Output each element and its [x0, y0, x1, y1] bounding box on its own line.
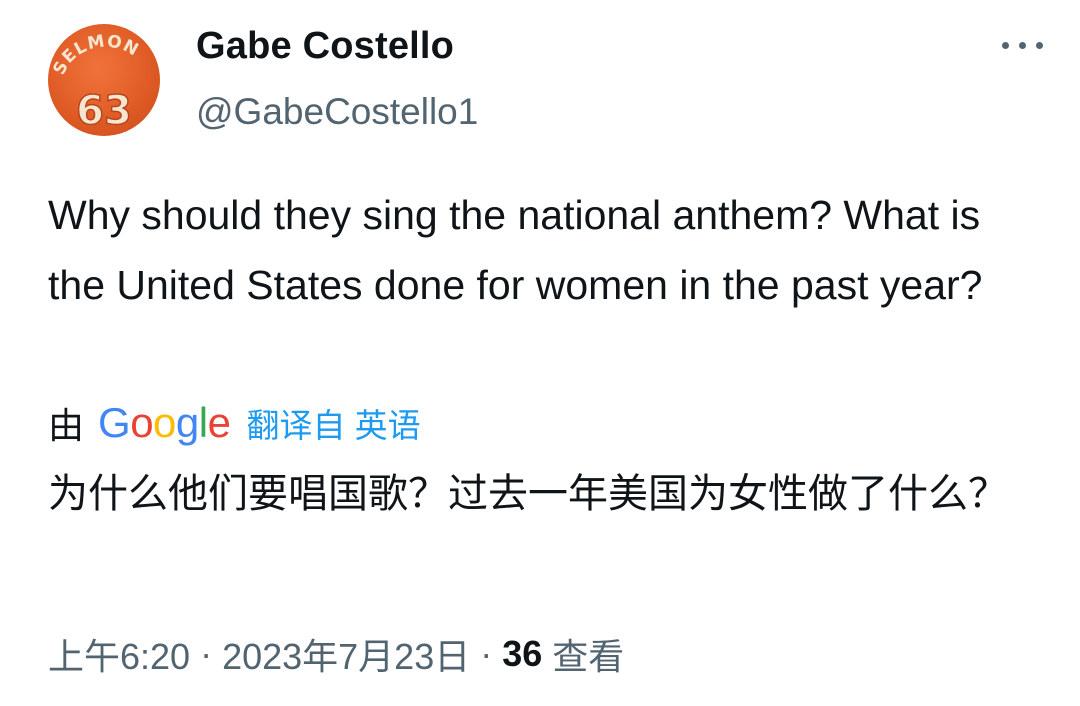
tweet-date[interactable]: 2023年7月23日: [222, 628, 470, 680]
meta-separator: ·: [480, 633, 493, 674]
author-display-name[interactable]: Gabe Costello: [196, 24, 478, 68]
views-label[interactable]: 查看: [552, 628, 624, 680]
more-horizontal-icon: [1002, 42, 1009, 49]
views-count[interactable]: 36: [502, 633, 542, 675]
author-names: Gabe Costello @GabeCostello1: [196, 24, 478, 134]
translated-tweet-text: 为什么他们要唱国歌？过去一年美国为女性做了什么？: [48, 472, 1008, 516]
translation-attribution: 由 Google 翻译自 英语: [48, 398, 421, 448]
author-handle[interactable]: @GabeCostello1: [196, 90, 478, 134]
google-logo: Google: [98, 399, 231, 446]
translation-source-link[interactable]: 翻译自 英语: [246, 399, 420, 447]
tweet-card: SELMON 63 Gabe Costello @GabeCostello1 W…: [0, 0, 1080, 706]
tweet-meta: 上午6:20 · 2023年7月23日 · 36 查看: [48, 626, 624, 682]
svg-text:SELMON: SELMON: [49, 31, 142, 78]
avatar-jersey-icon: SELMON 63: [49, 31, 142, 134]
tweet-header: SELMON 63 Gabe Costello @GabeCostello1: [48, 24, 1048, 136]
avatar[interactable]: SELMON 63: [48, 24, 160, 136]
more-horizontal-icon: [1019, 42, 1026, 49]
avatar-jersey-number: 63: [76, 88, 132, 134]
meta-separator: ·: [200, 633, 213, 674]
tweet-text: Why should they sing the national anthem…: [48, 192, 983, 308]
avatar-jersey-name: SELMON: [49, 31, 141, 78]
tweet-time[interactable]: 上午6:20: [48, 628, 190, 680]
more-options-button[interactable]: [998, 32, 1054, 58]
translation-by-label: 由: [48, 405, 85, 446]
more-horizontal-icon: [1036, 42, 1043, 49]
